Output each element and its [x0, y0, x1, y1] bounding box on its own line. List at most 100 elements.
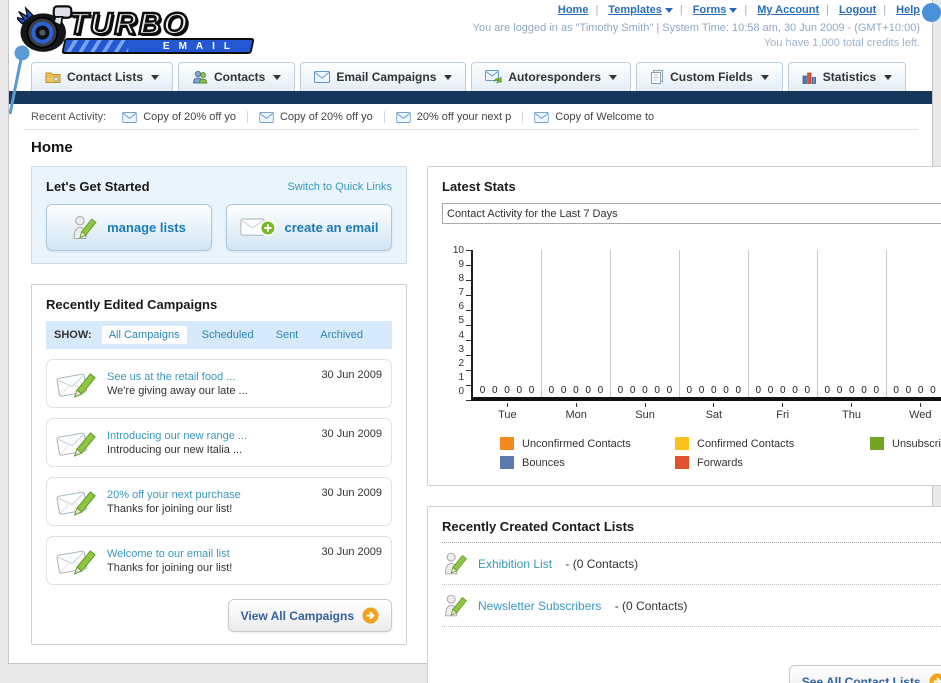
tab-custom-fields[interactable]: Custom Fields [636, 62, 783, 91]
chevron-down-icon [609, 74, 618, 80]
contact-list-row[interactable]: Exhibition List - (0 Contacts) [442, 543, 941, 585]
recent-activity-item[interactable]: Copy of Welcome to [522, 111, 665, 123]
chart-legend: Unconfirmed Contacts Confirmed Contacts Un… [500, 437, 941, 469]
chart-day-group: 00000 [611, 250, 680, 397]
legend-label: Unsubscribes [892, 437, 941, 450]
nav-link-templates[interactable]: Templates [608, 4, 662, 16]
campaign-row[interactable]: 20% off your next purchase Thanks for joi… [46, 477, 392, 526]
turbo-email-logo: TURBO EMAIL [17, 4, 267, 58]
chart-plot: 00000000000000000000000000000000000 [471, 250, 941, 401]
see-all-contact-lists-label: See All Contact Lists [801, 674, 921, 683]
person-pencil-icon [444, 592, 468, 619]
data-value: 0 [629, 385, 636, 396]
legend-swatch [500, 456, 514, 469]
campaign-date: 30 Jun 2009 [321, 428, 382, 440]
nav-link-forms[interactable]: Forms [693, 4, 727, 16]
top-nav: Home Templates Forms My Account Logout Help [558, 4, 920, 16]
divider [23, 129, 918, 130]
legend-swatch [675, 437, 689, 450]
campaign-row[interactable]: Welcome to our email list Thanks for join… [46, 536, 392, 585]
switch-quick-links-link[interactable]: Switch to Quick Links [287, 181, 392, 193]
recent-activity-item-label: Copy of 20% off yo [279, 111, 373, 123]
y-tick-label: 10 [452, 245, 464, 256]
campaign-title-link[interactable]: See us at the retail food ... [107, 371, 312, 383]
envelope-pencil-icon [56, 367, 98, 400]
envelope-pencil-icon [56, 426, 98, 459]
help-bubble-icon[interactable] [922, 3, 941, 22]
campaign-description: Thanks for joining our list! [107, 561, 233, 574]
nav-link-my-account[interactable]: My Account [757, 4, 819, 16]
chevron-down-icon [151, 74, 160, 80]
campaign-title-link[interactable]: Welcome to our email list [107, 548, 312, 560]
filter-sent[interactable]: Sent [269, 326, 306, 344]
create-email-button[interactable]: create an email [226, 204, 392, 251]
data-value: 0 [824, 385, 831, 396]
nav-link-logout[interactable]: Logout [839, 4, 876, 16]
page-title: Home [31, 139, 73, 156]
nav-item-help: Help [876, 4, 920, 16]
bar-chart-icon [802, 72, 816, 84]
header: TURBO EMAIL Home Templates Forms My Account… [9, 0, 941, 115]
manage-lists-button[interactable]: manage lists [46, 204, 212, 251]
envelope-arrow-icon [485, 70, 503, 83]
left-column: Let's Get Started Switch to Quick Links … [31, 166, 407, 645]
recent-activity-bar: Recent Activity: Copy of 20% off yo Copy … [9, 104, 932, 129]
data-value: 0 [735, 385, 742, 396]
data-value: 0 [893, 385, 899, 396]
data-value: 0 [792, 385, 798, 396]
y-tick-label: 1 [458, 371, 464, 383]
recent-activity-item-label: Copy of Welcome to [555, 111, 655, 123]
y-tick-label: 2 [458, 357, 464, 369]
envelope-icon [259, 112, 274, 123]
data-value: 0 [642, 385, 648, 396]
campaign-row[interactable]: Introducing our new range ... Introducing… [46, 418, 392, 467]
tab-email-campaigns[interactable]: Email Campaigns [300, 62, 467, 91]
create-email-label: create an email [284, 220, 379, 235]
data-value: 0 [861, 385, 867, 396]
data-value: 0 [516, 385, 522, 396]
view-all-campaigns-button[interactable]: View All Campaigns [227, 599, 392, 632]
campaign-title-link[interactable]: Introducing our new range ... [107, 430, 312, 442]
legend-label: Forwards [697, 456, 743, 469]
data-value: 0 [767, 385, 774, 396]
chart-x-axis: Tue Mon Sun Sat Fri Thu Wed [473, 403, 941, 421]
x-axis-label: Fri [748, 403, 817, 421]
tab-autoresponders[interactable]: Autoresponders [471, 62, 632, 91]
tab-contacts[interactable]: Contacts [178, 62, 296, 91]
data-value: 0 [711, 385, 717, 396]
filter-scheduled[interactable]: Scheduled [195, 326, 261, 344]
legend-item-forwards: Forwards [675, 456, 870, 469]
filter-all-campaigns[interactable]: All Campaigns [101, 326, 187, 344]
contact-list-name-link[interactable]: Newsletter Subscribers [478, 599, 601, 613]
campaign-row[interactable]: See us at the retail food ... We're givin… [46, 359, 392, 408]
blue-pin-decoration [9, 45, 30, 115]
credits-text: You have 1,000 total credits left. [763, 37, 920, 49]
stats-period-select[interactable]: Contact Activity for the Last 7 Days [442, 203, 941, 224]
filter-archived[interactable]: Archived [313, 326, 370, 344]
nav-link-help[interactable]: Help [896, 4, 920, 16]
campaign-title-link[interactable]: 20% off your next purchase [107, 489, 312, 501]
contact-list-name-link[interactable]: Exhibition List [478, 557, 552, 571]
envelope-pencil-icon [56, 544, 98, 577]
tab-statistics[interactable]: Statistics [787, 62, 907, 91]
recent-activity-item[interactable]: 20% off your next p [383, 111, 523, 123]
recent-activity-item[interactable]: Copy of 20% off yo [122, 111, 247, 123]
y-tick-label: 9 [458, 259, 464, 271]
contact-list-row[interactable]: Newsletter Subscribers - (0 Contacts) [442, 585, 941, 627]
legend-swatch [870, 437, 884, 450]
x-axis-label: Sat [679, 403, 748, 421]
data-value: 0 [617, 385, 624, 396]
chevron-down-icon [729, 7, 738, 13]
recent-activity-item[interactable]: Copy of 20% off yo [246, 111, 384, 123]
see-all-contact-lists-button[interactable]: See All Contact Lists [788, 665, 941, 683]
orange-arrow-icon [362, 607, 379, 624]
main-content-frame: TURBO EMAIL Home Templates Forms My Account… [8, 0, 941, 683]
dashboard-columns: Let's Get Started Switch to Quick Links … [9, 166, 941, 683]
chevron-down-icon [760, 74, 769, 80]
nav-link-home[interactable]: Home [558, 4, 589, 16]
contact-list-detail: - (0 Contacts) [611, 598, 688, 613]
data-value: 0 [528, 385, 535, 396]
latest-stats-panel: Latest Stats Contact Activity for the La… [427, 166, 941, 486]
show-label: SHOW: [54, 329, 92, 341]
tab-contact-lists[interactable]: Contact Lists [31, 62, 174, 91]
